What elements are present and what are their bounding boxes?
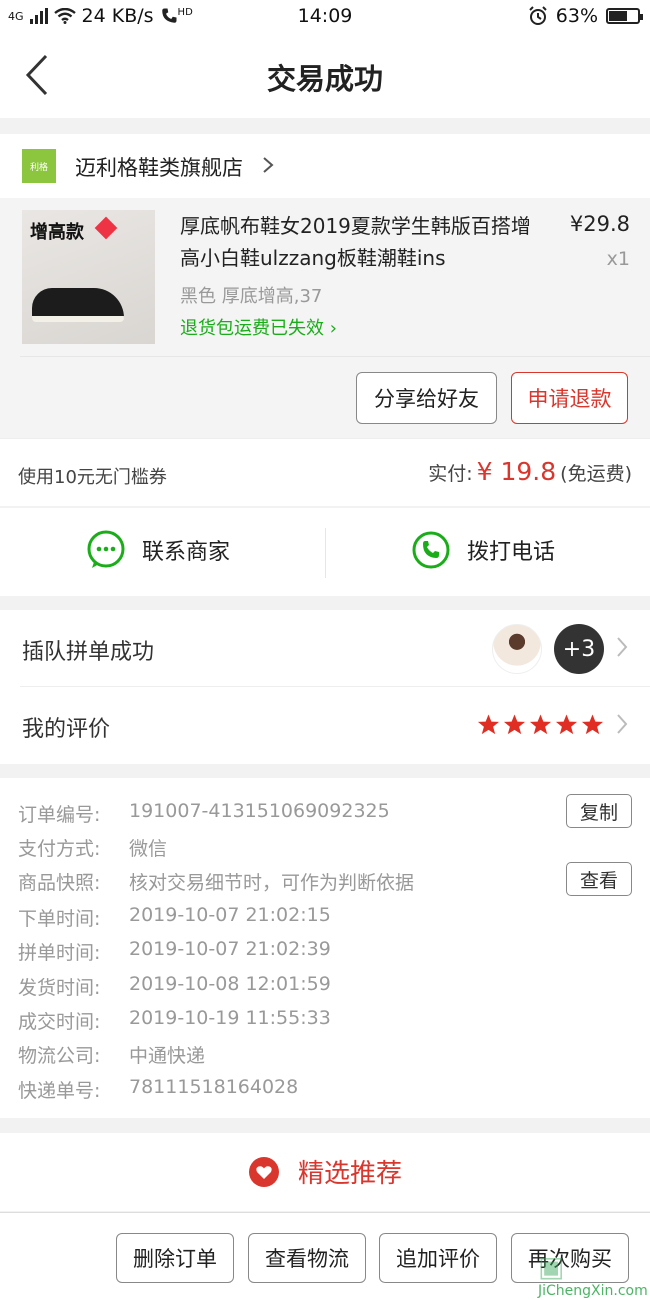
product-spec: 黑色 厚底增高,37 xyxy=(180,286,323,307)
contact-merchant-label: 联系商家 xyxy=(142,540,231,565)
paid-amount-row: 实付: ¥ 19.8 (免运费) xyxy=(428,457,632,486)
watermark: ▣ JiChengXin.com xyxy=(538,1250,648,1299)
divider xyxy=(325,528,326,578)
rating-stars xyxy=(477,713,604,736)
delete-order-button[interactable]: 删除订单 xyxy=(116,1233,234,1283)
divider xyxy=(20,356,650,357)
heart-badge-icon xyxy=(248,1156,279,1187)
add-review-button[interactable]: 追加评价 xyxy=(379,1233,497,1283)
product-price: ¥29.8 xyxy=(569,212,630,236)
phone-icon xyxy=(412,531,450,569)
shipping-note: (免运费) xyxy=(560,463,632,485)
battery-icon xyxy=(606,8,643,24)
heart-icon xyxy=(94,216,118,240)
chat-icon xyxy=(87,530,125,568)
star-icon xyxy=(477,714,500,735)
call-phone-label: 拨打电话 xyxy=(467,540,556,565)
refund-button[interactable]: 申请退款 xyxy=(511,372,628,424)
chevron-right-icon xyxy=(617,714,628,734)
product-quantity: x1 xyxy=(606,248,630,270)
copy-button[interactable]: 复制 xyxy=(566,794,632,828)
page-title: 交易成功 xyxy=(266,62,383,96)
shop-name[interactable]: 迈利格鞋类旗舰店 xyxy=(75,152,243,182)
star-icon xyxy=(503,714,526,735)
chevron-right-icon: › xyxy=(329,318,337,339)
info-row-tracking: 快递单号: 78111518164028 xyxy=(18,1076,299,1102)
group-review-section: 插队拼单成功 +3 我的评价 xyxy=(0,610,650,764)
thumbnail-tag: 增高款 xyxy=(30,222,84,243)
order-number: 191007-413151069092325 xyxy=(129,800,390,822)
clock: 14:09 xyxy=(297,5,353,27)
shop-logo: 利格 xyxy=(22,149,56,183)
star-icon xyxy=(581,714,604,735)
info-row-payment: 支付方式: 微信 xyxy=(18,838,168,860)
product-thumbnail[interactable]: 增高款 xyxy=(22,210,155,344)
alarm-icon xyxy=(529,6,547,25)
info-row-logistics: 物流公司: 中通快递 xyxy=(18,1045,206,1067)
product-name[interactable]: 厚底帆布鞋女2019夏款学生韩版百搭增高小白鞋ulzzang板鞋潮鞋ins xyxy=(180,210,550,274)
avatar xyxy=(492,624,542,674)
contact-merchant-button[interactable]: 联系商家 xyxy=(86,530,230,570)
info-row-group-time: 拼单时间: 2019-10-07 21:02:39 xyxy=(18,938,331,964)
order-info: 订单编号: 191007-413151069092325 复制 支付方式: 微信… xyxy=(0,778,650,1118)
extra-members-avatar: +3 xyxy=(554,624,604,674)
battery-percent: 63% xyxy=(555,5,598,27)
refund-shipping-info[interactable]: 退货包运费已失效 › xyxy=(180,314,337,340)
paid-label: 实付: xyxy=(428,463,473,485)
view-snapshot-button[interactable]: 查看 xyxy=(566,862,632,896)
my-review-label: 我的评价 xyxy=(22,717,111,742)
call-phone-button[interactable]: 拨打电话 xyxy=(411,530,555,570)
coupon-text: 使用10元无门槛券 xyxy=(18,467,167,488)
share-button[interactable]: 分享给好友 xyxy=(356,372,497,424)
info-row-snapshot: 商品快照: 核对交易细节时，可作为判断依据 查看 xyxy=(18,862,632,896)
product-item[interactable]: 增高款 厚底帆布鞋女2019夏款学生韩版百搭增高小白鞋ulzzang板鞋潮鞋in… xyxy=(0,198,650,438)
star-icon xyxy=(555,714,578,735)
info-row-order-number: 订单编号: 191007-413151069092325 复制 xyxy=(18,794,632,828)
my-review-row[interactable]: 我的评价 xyxy=(0,687,650,764)
watermark-text: JiChengXin.com xyxy=(538,1283,648,1299)
info-row-order-time: 下单时间: 2019-10-07 21:02:15 xyxy=(18,904,331,930)
view-logistics-button[interactable]: 查看物流 xyxy=(248,1233,366,1283)
shop-header[interactable]: 利格 迈利格鞋类旗舰店 xyxy=(0,134,650,198)
status-bar: 4G 24 KB/s HD 14:09 63% xyxy=(0,0,650,34)
watermark-logo: ▣ xyxy=(538,1250,567,1283)
payment-summary: 使用10元无门槛券 实付: ¥ 19.8 (免运费) xyxy=(0,438,650,506)
chevron-right-icon xyxy=(263,157,274,173)
paid-amount: ¥ 19.8 xyxy=(476,457,557,486)
recommend-header: 精选推荐 xyxy=(0,1133,650,1211)
info-row-ship-time: 发货时间: 2019-10-08 12:01:59 xyxy=(18,973,331,999)
nav-bar: 交易成功 xyxy=(0,34,650,118)
info-row-deal-time: 成交时间: 2019-10-19 11:55:33 xyxy=(18,1007,331,1033)
star-icon xyxy=(529,714,552,735)
contact-bar: 联系商家 拨打电话 xyxy=(0,508,650,596)
group-buy-label: 插队拼单成功 xyxy=(22,640,155,665)
recommend-label: 精选推荐 xyxy=(297,1159,402,1189)
chevron-right-icon xyxy=(617,637,628,657)
group-buy-row[interactable]: 插队拼单成功 +3 xyxy=(0,610,650,687)
shoe-illustration xyxy=(32,288,124,322)
